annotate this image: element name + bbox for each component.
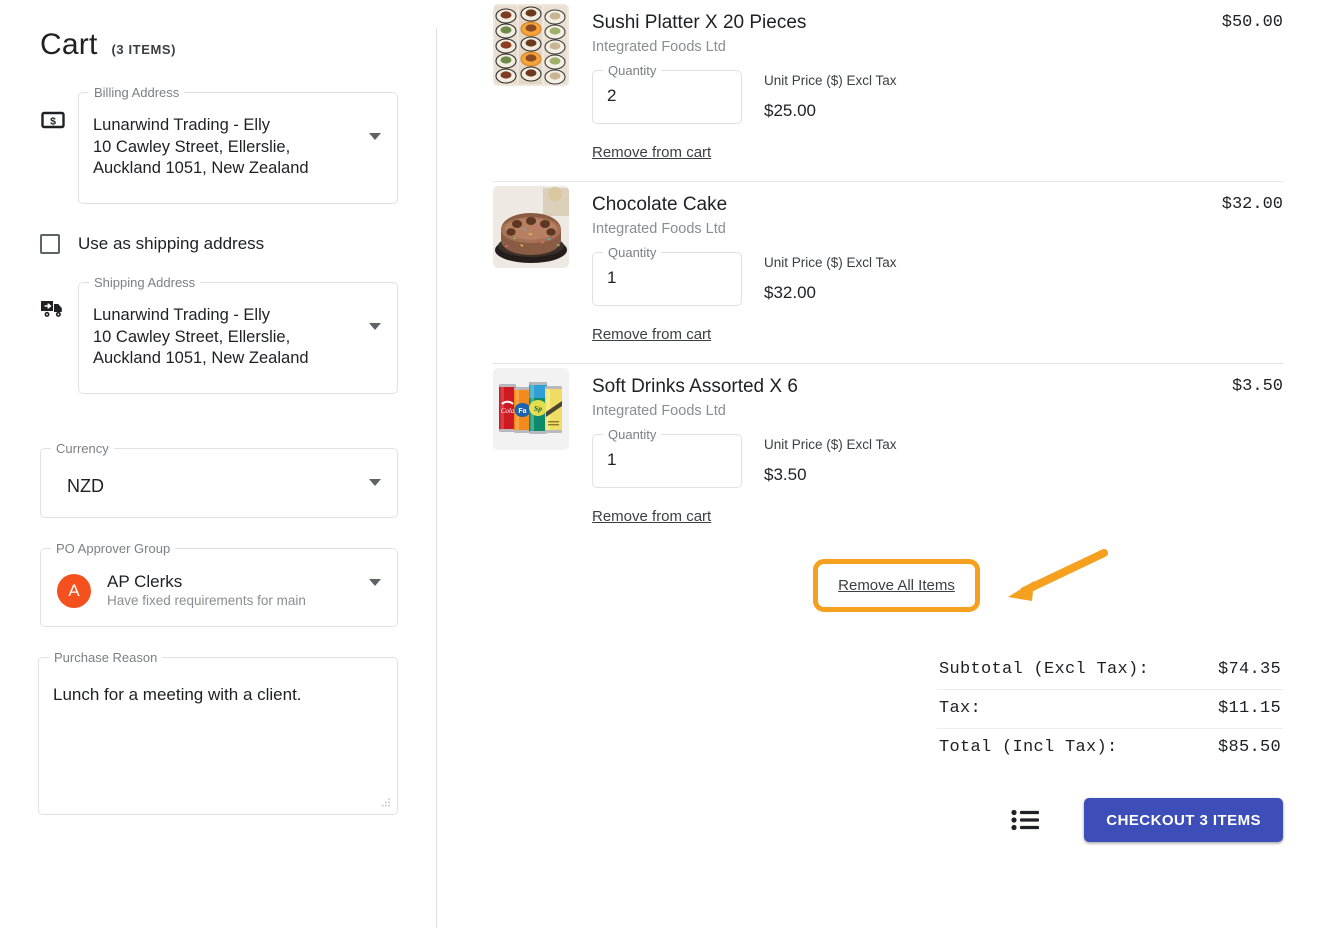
avatar: A	[57, 574, 91, 608]
use-as-shipping-label: Use as shipping address	[78, 234, 264, 254]
use-as-shipping-checkbox[interactable]	[40, 234, 60, 254]
cart-item-line-total: $50.00	[1222, 13, 1283, 181]
billing-address-value: Lunarwind Trading - Elly 10 Cawley Stree…	[93, 115, 355, 180]
chevron-down-icon[interactable]	[369, 479, 381, 486]
cart-item-title: Chocolate Cake	[592, 192, 1210, 218]
unit-price-value: $3.50	[764, 465, 897, 485]
cart-item-vendor: Integrated Foods Ltd	[592, 219, 1210, 240]
chocolate-cake-image	[493, 186, 569, 268]
quantity-label: Quantity	[603, 63, 661, 79]
svg-text:$: $	[50, 115, 56, 127]
cart-page: Cart (3 ITEMS) $ Billing Address Lunarwi…	[0, 0, 1317, 931]
svg-text:Sp: Sp	[534, 404, 542, 413]
cart-item-row: Cola Fa	[436, 364, 1317, 545]
shipping-address-select[interactable]: Shipping Address Lunarwind Trading - Ell…	[78, 282, 398, 394]
purchase-reason-value: Lunch for a meeting with a client.	[53, 684, 383, 706]
cart-header: Cart (3 ITEMS)	[40, 28, 398, 62]
cart-item-details: Sushi Platter X 20 Pieces Integrated Foo…	[569, 0, 1222, 181]
use-as-shipping-row[interactable]: Use as shipping address	[40, 234, 398, 254]
quantity-input[interactable]: Quantity 1	[592, 434, 742, 488]
unit-price-label: Unit Price ($) Excl Tax	[764, 254, 897, 272]
shipping-address-row: Shipping Address Lunarwind Trading - Ell…	[38, 282, 398, 394]
cart-item-details: Soft Drinks Assorted X 6 Integrated Food…	[569, 364, 1232, 545]
list-view-icon[interactable]	[1008, 805, 1044, 835]
approver-group-description: Have fixed requirements for main	[107, 592, 306, 610]
cart-items-panel: Sushi Platter X 20 Pieces Integrated Foo…	[436, 0, 1317, 931]
shipping-address-value: Lunarwind Trading - Elly 10 Cawley Stree…	[93, 305, 355, 370]
totals-row: Total (Incl Tax): $85.50	[937, 728, 1283, 767]
po-approver-group-label: PO Approver Group	[51, 541, 175, 557]
remove-from-cart-link[interactable]: Remove from cart	[592, 144, 711, 161]
po-approver-group-select[interactable]: PO Approver Group A AP Clerks Have fixed…	[40, 548, 398, 627]
quantity-label: Quantity	[603, 245, 661, 261]
billing-address-select[interactable]: Billing Address Lunarwind Trading - Elly…	[78, 92, 398, 204]
quantity-label: Quantity	[603, 427, 661, 443]
money-icon: $	[38, 92, 68, 132]
cart-item-vendor: Integrated Foods Ltd	[592, 37, 1210, 58]
totals-row: Subtotal (Excl Tax): $74.35	[937, 651, 1283, 689]
cart-details-sidebar: Cart (3 ITEMS) $ Billing Address Lunarwi…	[0, 0, 436, 931]
tax-value: $11.15	[1218, 699, 1281, 718]
soft-drinks-image: Cola Fa	[493, 368, 569, 450]
total-value: $85.50	[1218, 738, 1281, 757]
billing-address-label: Billing Address	[89, 85, 184, 101]
currency-value: NZD	[55, 471, 383, 503]
currency-select[interactable]: Currency NZD	[40, 448, 398, 518]
cart-item-line-total: $32.00	[1222, 195, 1283, 363]
total-label: Total (Incl Tax):	[939, 738, 1118, 757]
unit-price-value: $25.00	[764, 101, 897, 121]
remove-all-items-button[interactable]: Remove All Items	[813, 559, 980, 612]
remove-from-cart-link[interactable]: Remove from cart	[592, 508, 711, 525]
billing-address-row: $ Billing Address Lunarwind Trading - El…	[38, 92, 398, 204]
svg-text:Cola: Cola	[501, 407, 515, 415]
subtotal-value: $74.35	[1218, 660, 1281, 679]
remove-all-items-label: Remove All Items	[838, 577, 955, 594]
cart-item-vendor: Integrated Foods Ltd	[592, 401, 1220, 422]
chevron-down-icon[interactable]	[369, 133, 381, 140]
checkout-button[interactable]: CHECKOUT 3 ITEMS	[1084, 798, 1283, 842]
sushi-platter-image	[493, 4, 569, 86]
cart-item-row: Sushi Platter X 20 Pieces Integrated Foo…	[436, 0, 1317, 181]
quantity-input[interactable]: Quantity 1	[592, 252, 742, 306]
tax-label: Tax:	[939, 699, 981, 718]
unit-price-label: Unit Price ($) Excl Tax	[764, 436, 897, 454]
cart-item-details: Chocolate Cake Integrated Foods Ltd Quan…	[569, 182, 1222, 363]
chevron-down-icon[interactable]	[369, 323, 381, 330]
annotation-arrow-icon	[986, 545, 1116, 625]
cart-item-count: (3 ITEMS)	[111, 42, 176, 57]
cart-item-title: Soft Drinks Assorted X 6	[592, 374, 1220, 400]
unit-price-value: $32.00	[764, 283, 897, 303]
purchase-reason-textarea[interactable]: Purchase Reason Lunch for a meeting with…	[38, 657, 398, 815]
subtotal-label: Subtotal (Excl Tax):	[939, 660, 1149, 679]
cart-item-title: Sushi Platter X 20 Pieces	[592, 10, 1210, 36]
cart-item-line-total: $3.50	[1232, 377, 1283, 545]
shipping-address-label: Shipping Address	[89, 275, 200, 291]
quantity-input[interactable]: Quantity 2	[592, 70, 742, 124]
currency-label: Currency	[51, 441, 114, 457]
remove-from-cart-link[interactable]: Remove from cart	[592, 326, 711, 343]
chevron-down-icon[interactable]	[369, 579, 381, 586]
approver-group-name: AP Clerks	[107, 571, 306, 592]
delivery-truck-icon	[38, 282, 68, 320]
remove-all-zone: Remove All Items	[436, 545, 1317, 637]
cart-actions: CHECKOUT 3 ITEMS	[436, 798, 1283, 842]
cart-item-row: Chocolate Cake Integrated Foods Ltd Quan…	[436, 182, 1317, 363]
totals-row: Tax: $11.15	[937, 689, 1283, 728]
page-title: Cart	[40, 28, 97, 62]
resize-handle-icon[interactable]	[381, 798, 391, 808]
svg-text:Fa: Fa	[518, 408, 526, 415]
purchase-reason-label: Purchase Reason	[49, 650, 162, 666]
unit-price-label: Unit Price ($) Excl Tax	[764, 72, 897, 90]
order-totals: Subtotal (Excl Tax): $74.35 Tax: $11.15 …	[436, 651, 1283, 767]
